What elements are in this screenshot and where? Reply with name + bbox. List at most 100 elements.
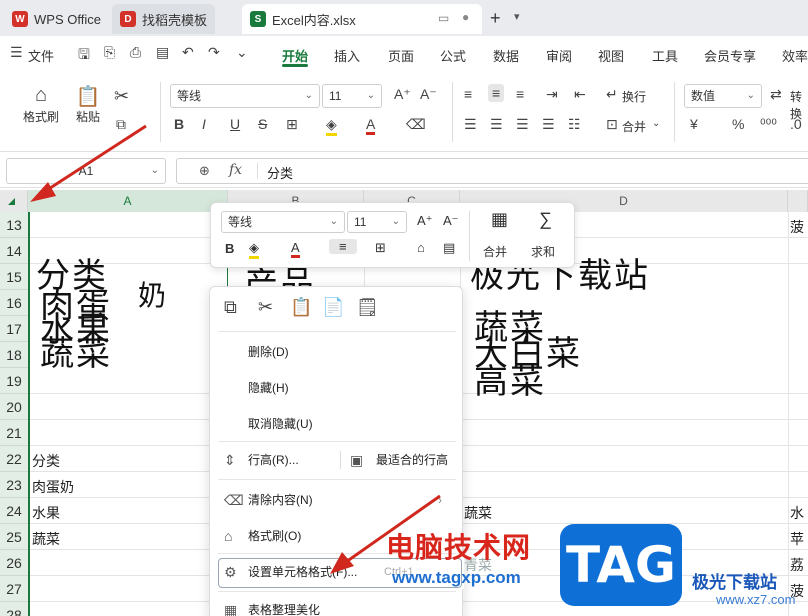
mini-sum-label[interactable]: 求和	[531, 243, 555, 260]
menu-insert[interactable]: 插入	[334, 46, 360, 65]
redo-icon[interactable]: ↷	[208, 44, 220, 61]
row-header[interactable]: 16	[0, 290, 28, 316]
border-icon[interactable]: ⊞	[286, 116, 298, 133]
align-middle-icon[interactable]: ≡	[329, 239, 357, 254]
zoom-icon[interactable]: ⊕	[199, 163, 210, 179]
format-painter-button[interactable]: ⌂ 格式刷	[20, 84, 62, 125]
cell-a22[interactable]: 分类	[32, 451, 60, 471]
paste-special-icon[interactable]: 🗒	[356, 297, 379, 318]
convert-icon[interactable]: ⇄	[770, 86, 782, 103]
row-header[interactable]: 26	[0, 550, 28, 576]
font-color-icon[interactable]: A	[291, 240, 300, 258]
chevron-down-icon[interactable]: ⌄	[236, 44, 248, 61]
menu-page[interactable]: 页面	[388, 46, 414, 65]
decrease-font-icon[interactable]: A⁻	[443, 213, 459, 229]
cell-e13[interactable]: 菠	[790, 217, 804, 237]
wrap-icon[interactable]: ↵	[606, 86, 618, 103]
menu-efficiency[interactable]: 效率	[782, 46, 808, 65]
justify-icon[interactable]: ☰	[542, 116, 555, 133]
menu-item-unhide[interactable]: 取消隐藏(U)	[210, 407, 464, 441]
paste-button[interactable]: 📋 粘贴	[70, 84, 106, 125]
tab-wps-office[interactable]: W WPS Office	[4, 4, 109, 34]
align-middle-icon[interactable]: ≡	[488, 84, 505, 102]
print-preview-icon[interactable]: ▤	[156, 44, 169, 61]
row-header[interactable]: 15	[0, 264, 28, 290]
row-header[interactable]: 20	[0, 394, 28, 420]
row-header[interactable]: 19	[0, 368, 28, 394]
menu-item-autofit-row-height[interactable]: ▣ 最适合的行高	[340, 443, 464, 477]
tab-template[interactable]: D 找稻壳模板	[112, 4, 216, 34]
mini-font-name-select[interactable]: 等线 ⌄	[221, 211, 345, 233]
row-header[interactable]: 17	[0, 316, 28, 342]
fill-color-icon[interactable]: ◈	[326, 116, 337, 136]
menu-member[interactable]: 会员专享	[704, 46, 756, 65]
underline-icon[interactable]: U	[230, 116, 240, 132]
column-header-a[interactable]: A	[28, 190, 228, 212]
cut-icon[interactable]: ✂	[114, 86, 129, 107]
row-header[interactable]: 13	[0, 212, 28, 238]
row-header[interactable]: 14	[0, 238, 28, 264]
cut-icon[interactable]: ✂	[258, 297, 273, 318]
paste-icon[interactable]: 📋	[290, 297, 312, 318]
distribute-icon[interactable]: ☷	[568, 116, 581, 133]
tab-excel-file[interactable]: S Excel内容.xlsx ▭ ●	[242, 4, 482, 34]
undo-icon[interactable]: ↶	[182, 44, 194, 61]
sum-icon[interactable]: ∑	[539, 209, 552, 230]
hamburger-icon[interactable]: ☰	[10, 44, 23, 61]
paste-text-icon[interactable]: 📄	[322, 297, 344, 318]
row-header[interactable]: 28	[0, 602, 28, 616]
menu-home[interactable]: 开始	[282, 46, 308, 65]
menu-review[interactable]: 审阅	[546, 46, 572, 65]
increase-font-icon[interactable]: A⁺	[417, 213, 433, 229]
row-header[interactable]: 27	[0, 576, 28, 602]
align-right-icon[interactable]: ☰	[516, 116, 529, 133]
bold-icon[interactable]: B	[174, 116, 184, 132]
merge-label[interactable]: 合并	[622, 118, 646, 135]
font-color-icon[interactable]: A	[366, 116, 376, 135]
align-bottom-icon[interactable]: ≡	[516, 86, 524, 102]
menu-view[interactable]: 视图	[598, 46, 624, 65]
clear-format-icon[interactable]: ⌫	[406, 116, 426, 133]
cell-e24[interactable]: 水	[790, 503, 804, 523]
merge-icon[interactable]: ⊡	[606, 116, 618, 133]
strikethrough-icon[interactable]: S	[258, 116, 267, 132]
menu-item-hide[interactable]: 隐藏(H)	[210, 371, 464, 405]
formula-input[interactable]: ⊕ fx 分类	[176, 158, 808, 184]
cell-a18-large[interactable]: 蔬菜	[40, 337, 112, 371]
thousands-icon[interactable]: ⁰⁰⁰	[760, 116, 777, 133]
name-box[interactable]: A1 ⌄	[6, 158, 166, 184]
merge-icon[interactable]: ▦	[491, 209, 508, 230]
cell-d24[interactable]: 蔬菜	[464, 503, 492, 523]
font-name-select[interactable]: 等线 ⌄	[170, 84, 320, 108]
indent-icon[interactable]: ⇥	[546, 86, 558, 103]
monitor-icon[interactable]: ▭	[438, 11, 449, 25]
outdent-icon[interactable]: ⇤	[574, 86, 586, 103]
fx-icon[interactable]: fx	[229, 162, 242, 178]
currency-icon[interactable]: ¥	[690, 116, 698, 132]
fill-color-icon[interactable]: ◈	[249, 240, 259, 259]
menu-item-delete[interactable]: 删除(D)	[210, 335, 464, 369]
font-size-select[interactable]: 11 ⌄	[322, 84, 382, 108]
copy-icon[interactable]: ⧉	[116, 116, 126, 133]
border-icon[interactable]: ⊞	[375, 240, 386, 256]
row-header[interactable]: 25	[0, 524, 28, 550]
row-header[interactable]: 18	[0, 342, 28, 368]
table-style-icon[interactable]: ▤	[443, 240, 455, 256]
percent-icon[interactable]: %	[732, 116, 744, 132]
align-top-icon[interactable]: ≡	[464, 86, 472, 102]
chevron-down-icon[interactable]: ⌄	[652, 118, 660, 129]
increase-font-icon[interactable]: A⁺	[394, 86, 411, 103]
row-header[interactable]: 22	[0, 446, 28, 472]
row-header[interactable]: 24	[0, 498, 28, 524]
menu-item-clear-content[interactable]: ⌫ 清除内容(N) ›	[210, 483, 464, 517]
cell-a24[interactable]: 水果	[32, 503, 60, 523]
print-icon[interactable]: ⎙	[130, 44, 141, 61]
mini-font-size-select[interactable]: 11 ⌄	[347, 211, 407, 233]
menu-formula[interactable]: 公式	[440, 46, 466, 65]
row-header[interactable]: 21	[0, 420, 28, 446]
align-left-icon[interactable]: ☰	[464, 116, 477, 133]
bold-icon[interactable]: B	[225, 241, 234, 256]
cell-a23[interactable]: 肉蛋奶	[32, 477, 74, 497]
cell-a25[interactable]: 蔬菜	[32, 529, 60, 549]
new-tab-icon[interactable]: +	[490, 8, 501, 29]
